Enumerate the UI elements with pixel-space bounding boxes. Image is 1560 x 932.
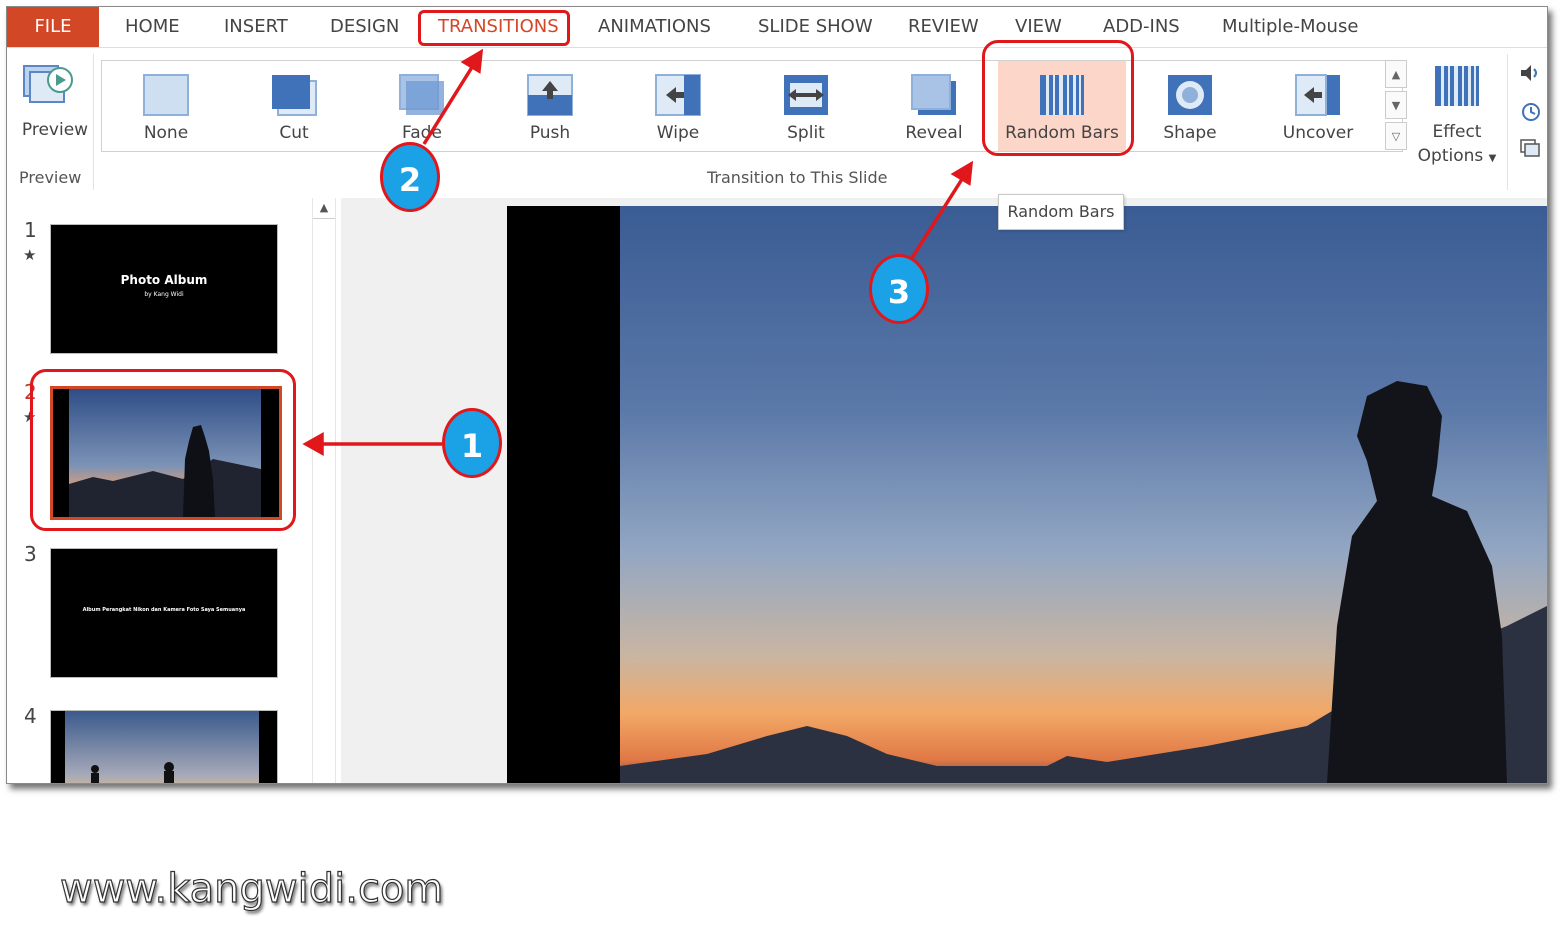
step-badge-2: 2 xyxy=(380,142,440,212)
chevron-down-icon: ▼ xyxy=(1488,153,1497,164)
transition-split[interactable]: Split xyxy=(742,61,870,151)
effect-options-icon xyxy=(1435,66,1479,106)
tab-file[interactable]: FILE xyxy=(7,7,99,47)
scroll-up-arrow[interactable]: ▲ xyxy=(313,198,335,219)
slide-1-subtitle: by Kang Widi xyxy=(144,291,184,298)
gallery-scroll-up[interactable]: ▲ xyxy=(1385,60,1407,88)
slide-4-photo xyxy=(51,711,277,783)
watermark: www.kangwidi.com xyxy=(59,865,444,912)
preview-label: Preview xyxy=(21,120,89,140)
random-bars-tooltip: Random Bars xyxy=(998,194,1124,230)
tab-home[interactable]: HOME xyxy=(125,7,180,47)
preview-icon xyxy=(23,65,73,103)
timing-icons xyxy=(1517,58,1547,158)
slide-1-title: Photo Album xyxy=(120,273,208,287)
random-bars-highlight xyxy=(982,40,1134,156)
step-badge-1: 1 xyxy=(442,408,502,478)
slide-thumbnail-1[interactable]: Photo Album by Kang Widi xyxy=(50,224,278,354)
sound-icon[interactable] xyxy=(1519,62,1541,84)
transition-uncover[interactable]: Uncover xyxy=(1254,61,1382,151)
transition-cut[interactable]: Cut xyxy=(230,61,358,151)
tab-insert[interactable]: INSERT xyxy=(224,7,288,47)
push-icon xyxy=(527,74,573,116)
clock-icon[interactable] xyxy=(1521,102,1541,122)
preview-button[interactable]: Preview xyxy=(13,58,88,148)
tab-review[interactable]: REVIEW xyxy=(908,7,979,47)
fade-icon xyxy=(399,74,444,115)
wipe-icon xyxy=(655,74,701,116)
transition-reveal[interactable]: Reveal xyxy=(870,61,998,151)
split-icon xyxy=(784,75,828,115)
transition-push[interactable]: Push xyxy=(486,61,614,151)
group-divider-2 xyxy=(1507,54,1508,190)
apply-to-all-icon[interactable] xyxy=(1519,138,1541,160)
tab-multiple-mouse[interactable]: Multiple-Mouse xyxy=(1222,7,1358,47)
slide-photo xyxy=(507,206,1547,783)
slide-number: 1 xyxy=(24,218,37,242)
reveal-icon xyxy=(911,74,956,115)
transition-shape[interactable]: Shape xyxy=(1126,61,1254,151)
slide-thumbnail-3[interactable]: Album Perangkat Nikon dan Kamera Foto Sa… xyxy=(50,548,278,678)
cut-icon xyxy=(272,75,317,116)
group-divider xyxy=(93,54,94,190)
transition-star-icon: ★ xyxy=(23,246,37,264)
thumbnail-scrollbar[interactable]: ▲ xyxy=(312,198,336,783)
slide-3-text: Album Perangkat Nikon dan Kamera Foto Sa… xyxy=(82,607,246,613)
ribbon-transitions: Preview Preview None Cut Fade Push Wipe … xyxy=(7,47,1547,199)
effect-options-line2: Options ▼ xyxy=(1411,146,1503,166)
none-icon xyxy=(143,74,189,116)
ribbon-tabs: FILE HOME INSERT DESIGN TRANSITIONS ANIM… xyxy=(7,7,1547,47)
slide-number: 4 xyxy=(24,704,37,728)
gallery-scroll: ▲ ▼ ▽ xyxy=(1385,60,1407,150)
current-slide[interactable] xyxy=(507,206,1547,783)
slide-thumbnail-4[interactable] xyxy=(50,710,278,783)
step-badge-3: 3 xyxy=(869,254,929,324)
effect-options-button[interactable]: Effect Options ▼ xyxy=(1411,58,1503,168)
preview-group-label: Preview xyxy=(19,168,82,187)
effect-options-label-2: Options xyxy=(1417,146,1484,166)
transition-wipe[interactable]: Wipe xyxy=(614,61,742,151)
gallery-more[interactable]: ▽ xyxy=(1385,122,1407,150)
transition-fade[interactable]: Fade xyxy=(358,61,486,151)
slide-2-highlight xyxy=(30,369,296,531)
transition-group-label: Transition to This Slide xyxy=(707,168,888,187)
slide-number: 3 xyxy=(24,542,37,566)
tab-slide-show[interactable]: SLIDE SHOW xyxy=(758,7,873,47)
shape-icon xyxy=(1168,75,1212,115)
transition-none[interactable]: None xyxy=(102,61,230,151)
transition-gallery: None Cut Fade Push Wipe Split Reveal Ran… xyxy=(101,60,1403,152)
transitions-tab-highlight xyxy=(418,10,570,46)
effect-options-label-1: Effect xyxy=(1432,122,1482,142)
gallery-scroll-down[interactable]: ▼ xyxy=(1385,91,1407,119)
uncover-icon xyxy=(1295,74,1340,116)
tab-design[interactable]: DESIGN xyxy=(330,7,399,47)
tab-animations[interactable]: ANIMATIONS xyxy=(598,7,711,47)
slide-editing-area xyxy=(341,198,1547,783)
